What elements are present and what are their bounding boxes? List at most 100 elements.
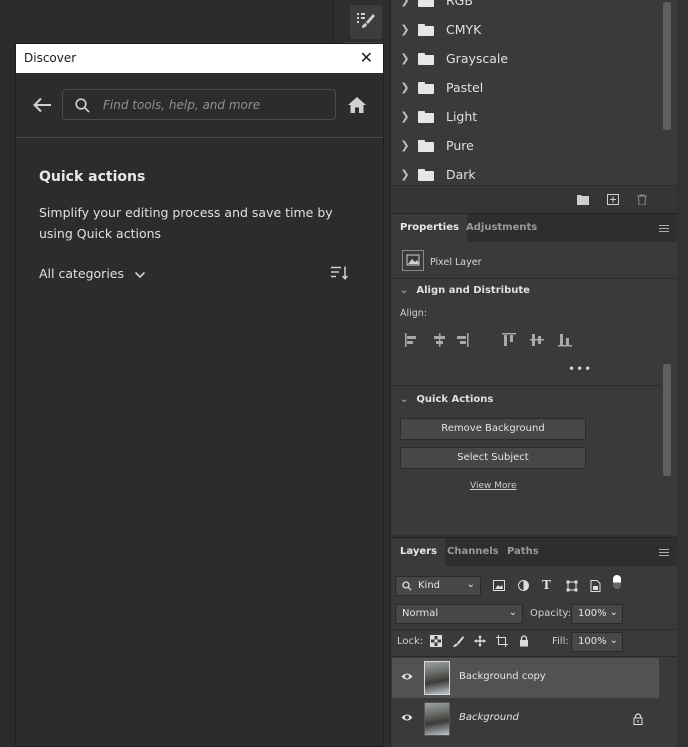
tab-adjustments[interactable]: Adjustments bbox=[458, 214, 545, 242]
lock-image-pixels-icon[interactable] bbox=[452, 635, 464, 647]
swatch-group-cmyk[interactable]: ❯ CMYK bbox=[392, 15, 657, 44]
chevron-right-icon[interactable]: ❯ bbox=[392, 110, 418, 123]
discover-titlebar: Discover ✕ bbox=[16, 44, 383, 73]
remove-background-button[interactable]: Remove Background bbox=[400, 418, 586, 440]
scrollbar-thumb[interactable] bbox=[663, 364, 671, 476]
opacity-input[interactable]: 100% ⌄ bbox=[571, 604, 623, 624]
layer-locked-icon bbox=[633, 713, 643, 725]
brush-settings-icon[interactable] bbox=[350, 5, 382, 39]
back-arrow-icon[interactable] bbox=[32, 97, 52, 113]
layer-row-selected[interactable]: Background copy bbox=[392, 658, 659, 698]
swatch-group-pure[interactable]: ❯ Pure bbox=[392, 131, 657, 160]
lock-artboard-icon[interactable] bbox=[496, 635, 508, 647]
chevron-right-icon[interactable]: ❯ bbox=[392, 81, 418, 94]
chevron-right-icon[interactable]: ❯ bbox=[392, 52, 418, 65]
align-right-icon bbox=[457, 333, 469, 347]
tab-properties[interactable]: Properties bbox=[392, 214, 467, 242]
swatches-scrollbar[interactable] bbox=[660, 0, 674, 185]
filter-kind-label: Kind bbox=[418, 580, 441, 591]
pixel-layer-icon bbox=[402, 250, 424, 271]
folder-icon bbox=[418, 110, 434, 123]
scrollbar-thumb[interactable] bbox=[663, 2, 671, 130]
layer-thumbnail bbox=[424, 661, 450, 695]
tab-channels[interactable]: Channels bbox=[439, 538, 507, 566]
swatch-group-label: Pure bbox=[446, 138, 474, 153]
folder-icon bbox=[418, 168, 434, 181]
swatches-panel: ❯ RGB ❯ CMYK ❯ Grayscale ❯ Pastel ❯ Ligh… bbox=[392, 0, 677, 210]
swatch-group-rgb[interactable]: ❯ RGB bbox=[392, 0, 657, 15]
lock-position-icon[interactable] bbox=[474, 635, 486, 647]
properties-tabbar: Properties Adjustments bbox=[392, 214, 677, 242]
quick-actions-heading: Quick actions bbox=[39, 169, 146, 185]
close-icon[interactable]: ✕ bbox=[360, 48, 373, 67]
folder-icon bbox=[418, 0, 434, 7]
divider bbox=[392, 385, 660, 386]
chevron-down-icon[interactable]: ⌄ bbox=[400, 394, 408, 405]
align-section-title: Align and Distribute bbox=[416, 285, 530, 296]
properties-panel: Properties Adjustments Pixel Layer ⌄ Alig… bbox=[392, 213, 677, 535]
layer-name[interactable]: Background copy bbox=[459, 671, 546, 682]
panel-menu-icon[interactable] bbox=[659, 225, 669, 232]
new-group-folder-icon[interactable] bbox=[577, 194, 589, 205]
align-section-header[interactable]: ⌄ Align and Distribute bbox=[400, 285, 530, 296]
align-icons-group bbox=[405, 333, 572, 347]
fill-input[interactable]: 100% ⌄ bbox=[571, 632, 623, 652]
tab-layers[interactable]: Layers bbox=[392, 538, 445, 566]
swatch-group-pastel[interactable]: ❯ Pastel bbox=[392, 73, 657, 102]
properties-scrollbar[interactable] bbox=[660, 280, 674, 508]
chevron-right-icon[interactable]: ❯ bbox=[392, 139, 418, 152]
filter-adjustment-icon[interactable] bbox=[518, 580, 529, 591]
layer-name[interactable]: Background bbox=[459, 712, 519, 723]
category-filter-dropdown[interactable]: All categories bbox=[39, 266, 146, 281]
select-subject-button[interactable]: Select Subject bbox=[400, 447, 586, 469]
chevron-down-icon[interactable]: ⌄ bbox=[400, 285, 408, 296]
new-swatch-icon[interactable] bbox=[607, 194, 619, 205]
blend-mode-select[interactable]: Normal ⌄ bbox=[395, 604, 523, 624]
filter-type-icon[interactable]: T bbox=[542, 578, 551, 592]
filter-smart-object-icon[interactable] bbox=[590, 580, 601, 592]
home-icon[interactable] bbox=[347, 96, 367, 114]
swatch-group-grayscale[interactable]: ❯ Grayscale bbox=[392, 44, 657, 73]
panel-menu-icon[interactable] bbox=[659, 549, 669, 556]
layer-thumbnail bbox=[424, 702, 450, 736]
chevron-down-icon[interactable]: ⌄ bbox=[610, 604, 618, 622]
more-options-icon[interactable]: ••• bbox=[568, 362, 592, 376]
lock-transparent-pixels-icon[interactable] bbox=[430, 635, 442, 647]
folder-icon bbox=[418, 81, 434, 94]
lock-label: Lock: bbox=[397, 636, 424, 647]
layer-filter-kind-select[interactable]: Kind ⌄ bbox=[395, 576, 481, 596]
chevron-down-icon bbox=[134, 271, 146, 278]
search-icon bbox=[402, 581, 412, 591]
chevron-right-icon[interactable]: ❯ bbox=[392, 23, 418, 36]
align-horizontal-center-icon bbox=[434, 333, 445, 347]
layers-tabbar: Layers Channels Paths bbox=[392, 538, 677, 566]
filter-pixel-icon[interactable] bbox=[493, 580, 505, 591]
blend-mode-value: Normal bbox=[402, 608, 439, 619]
trash-icon[interactable] bbox=[636, 194, 648, 205]
folder-icon bbox=[418, 139, 434, 152]
swatch-group-label: Grayscale bbox=[446, 51, 509, 66]
align-top-icon bbox=[502, 333, 516, 346]
filter-toggle-switch[interactable] bbox=[613, 575, 621, 589]
visibility-eye-icon[interactable] bbox=[401, 672, 413, 681]
swatch-group-light[interactable]: ❯ Light bbox=[392, 102, 657, 131]
filter-shape-icon[interactable] bbox=[566, 580, 578, 592]
lock-all-icon[interactable] bbox=[518, 635, 530, 647]
view-more-link[interactable]: View More bbox=[470, 481, 517, 491]
layers-panel: Layers Channels Paths Kind ⌄ T Normal ⌄ … bbox=[392, 537, 677, 747]
layer-row[interactable]: Background bbox=[392, 699, 659, 739]
chevron-down-icon[interactable]: ⌄ bbox=[610, 632, 618, 650]
discover-search-input[interactable]: Find tools, help, and more bbox=[62, 89, 336, 120]
fill-label: Fill: bbox=[552, 636, 569, 647]
discover-panel: Discover ✕ Find tools, help, and more Qu… bbox=[15, 43, 384, 747]
quick-actions-section-title: Quick Actions bbox=[416, 394, 494, 405]
visibility-eye-icon[interactable] bbox=[401, 713, 413, 722]
quick-actions-section-header[interactable]: ⌄ Quick Actions bbox=[400, 394, 493, 405]
tab-paths[interactable]: Paths bbox=[499, 538, 547, 566]
sort-icon[interactable] bbox=[331, 266, 349, 280]
discover-title: Discover bbox=[24, 51, 77, 65]
swatches-footer bbox=[392, 185, 677, 213]
chevron-right-icon[interactable]: ❯ bbox=[392, 168, 418, 181]
chevron-down-icon: ⌄ bbox=[508, 607, 517, 618]
chevron-right-icon[interactable]: ❯ bbox=[392, 0, 418, 7]
